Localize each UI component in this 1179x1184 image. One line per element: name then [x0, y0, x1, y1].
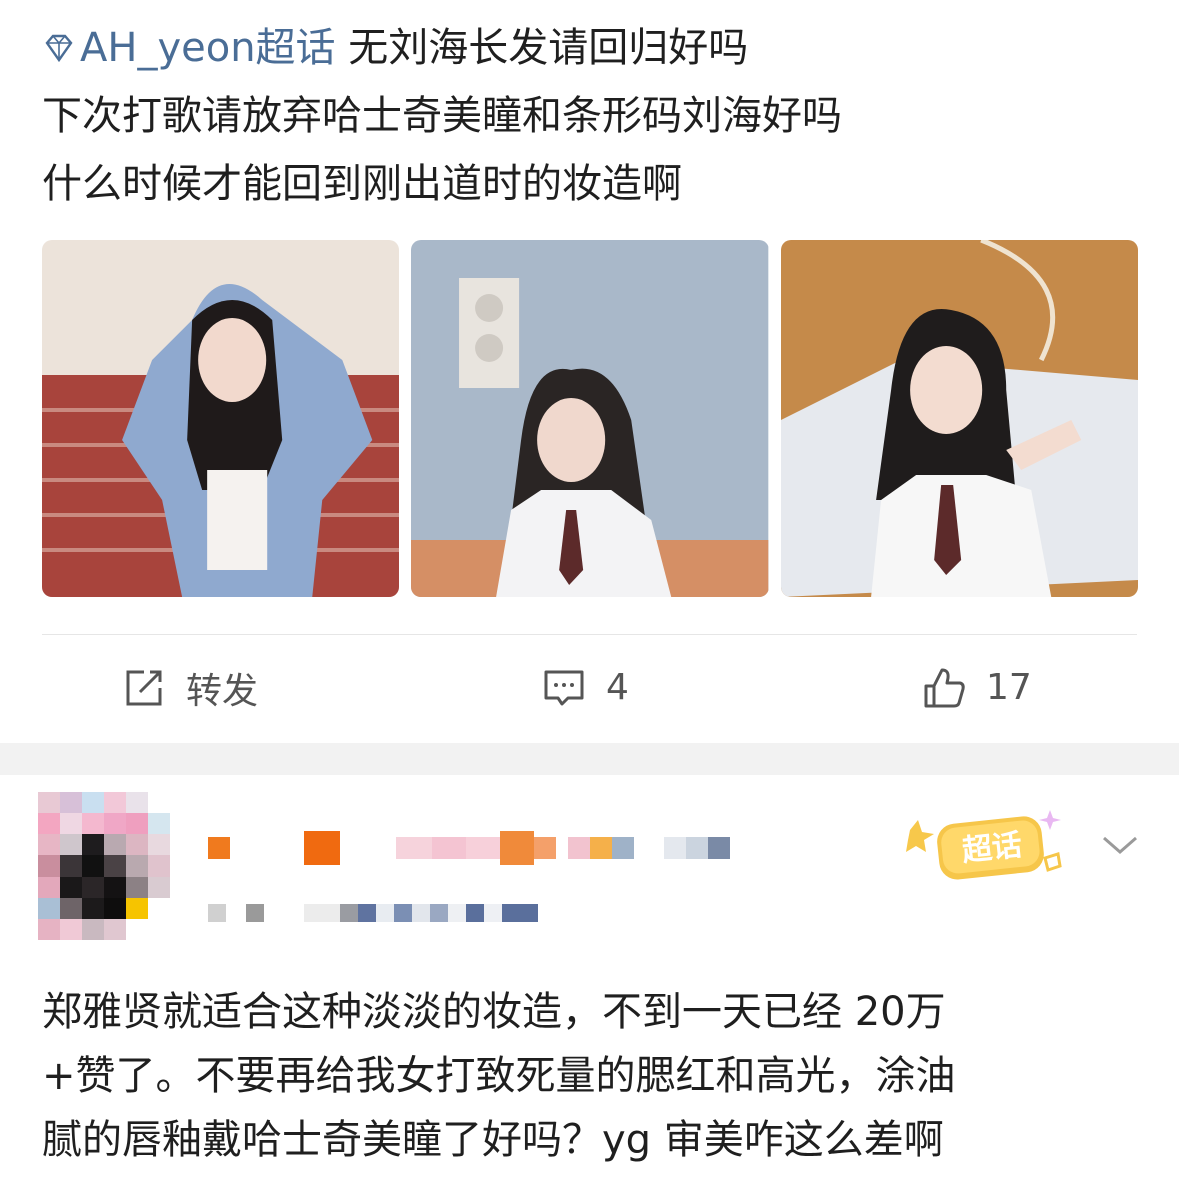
diamond-icon: [45, 34, 73, 63]
badge-text: 超话: [960, 828, 1023, 869]
comment-line-1: 郑雅贤就适合这种淡淡的妆造，不到一天已经 20万: [42, 989, 946, 1035]
topic-label: AH_yeon超话: [80, 25, 336, 71]
post-meta-redacted: [208, 902, 538, 924]
topic-link[interactable]: AH_yeon超话: [42, 25, 348, 71]
comment-icon: [544, 670, 584, 705]
photo-2[interactable]: [411, 240, 769, 597]
chaohua-badge[interactable]: 超话: [900, 800, 1075, 890]
comment-line-3: 腻的唇釉戴哈士奇美瞳了好吗？yg 审美咋这么差啊: [42, 1117, 944, 1163]
divider: [42, 634, 1137, 635]
repost-button[interactable]: 转发: [122, 650, 258, 725]
photo-grid: [42, 240, 1138, 597]
post-line-1-text: 无刘海长发请回归好吗: [348, 25, 749, 71]
comment-count: 4: [606, 667, 629, 708]
post-line-1: AH_yeon超话 无刘海长发请回归好吗: [42, 14, 1142, 82]
comment-text: 郑雅贤就适合这种淡淡的妆造，不到一天已经 20万 +赞了。不要再给我女打致死量的…: [42, 980, 1152, 1172]
action-bar: 转发 4 17: [0, 650, 1179, 725]
comment-line-2: +赞了。不要再给我女打致死量的腮红和高光，涂油: [42, 1053, 956, 1099]
repost-icon: [126, 670, 162, 705]
chevron-down-icon[interactable]: [1100, 830, 1140, 860]
comment-button[interactable]: 4: [542, 650, 629, 725]
avatar[interactable]: [38, 792, 170, 940]
like-icon: [924, 668, 965, 707]
post-line-2: 下次打歌请放弃哈士奇美瞳和条形码刘海好吗: [42, 93, 842, 139]
like-button[interactable]: 17: [922, 650, 1032, 725]
like-count: 17: [986, 667, 1032, 708]
section-separator: [0, 743, 1179, 775]
post-text: AH_yeon超话 无刘海长发请回归好吗 下次打歌请放弃哈士奇美瞳和条形码刘海好…: [42, 14, 1142, 218]
post-line-3: 什么时候才能回到刚出道时的妆造啊: [42, 161, 682, 207]
repost-label: 转发: [186, 670, 259, 712]
photo-1[interactable]: [42, 240, 400, 597]
photo-3[interactable]: [780, 240, 1138, 597]
username-redacted[interactable]: [208, 828, 730, 868]
